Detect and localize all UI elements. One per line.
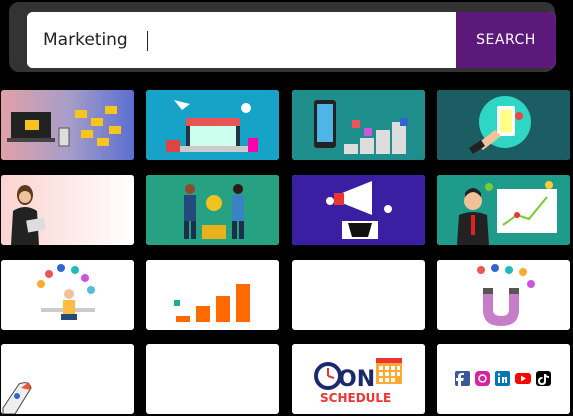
result-thumbnail-magnet-social[interactable] <box>437 260 570 330</box>
calendar-schedule-icon: ON SCHEDULE <box>292 344 425 414</box>
result-thumbnail-social-network-person[interactable] <box>1 260 134 330</box>
social-media-logos-icon <box>437 344 570 414</box>
magnet-social-icon <box>437 260 570 330</box>
social-phone-icon <box>292 90 425 160</box>
text-caret <box>147 31 148 51</box>
tiktok-icon <box>536 371 551 386</box>
megaphone-icon <box>292 175 425 245</box>
businesswoman-icon <box>1 175 134 245</box>
instagram-icon <box>475 371 490 386</box>
bar-chart-growth-icon <box>146 260 279 330</box>
result-thumbnail-blank-2[interactable] <box>146 344 279 414</box>
linkedin-icon <box>495 371 510 386</box>
presentation-chart-icon <box>437 175 570 245</box>
search-bar: SEARCH <box>9 2 556 72</box>
result-thumbnail-presentation-chart[interactable] <box>437 175 570 245</box>
money-exchange-icon <box>146 175 279 245</box>
search-box: SEARCH <box>27 12 556 68</box>
result-thumbnail-megaphone[interactable] <box>292 175 425 245</box>
result-thumbnail-social-media-logos[interactable] <box>437 344 570 414</box>
rocket-icon <box>1 344 134 414</box>
result-thumbnail-on-schedule[interactable]: ON SCHEDULE <box>292 344 425 414</box>
result-thumbnail-social-phone[interactable] <box>292 90 425 160</box>
facebook-icon <box>455 371 470 386</box>
result-thumbnail-email-marketing[interactable] <box>1 90 134 160</box>
social-network-person-icon <box>1 260 134 330</box>
on-badge-text: ON <box>338 367 375 392</box>
result-thumbnail-blank-1[interactable] <box>292 260 425 330</box>
result-thumbnail-rocket[interactable] <box>1 344 134 414</box>
youtube-icon <box>515 373 531 384</box>
online-store-icon <box>146 90 279 160</box>
search-input[interactable] <box>27 12 456 68</box>
result-thumbnail-businesswoman[interactable] <box>1 175 134 245</box>
result-thumbnail-money-exchange[interactable] <box>146 175 279 245</box>
email-marketing-icon <box>1 90 134 160</box>
search-button[interactable]: SEARCH <box>456 12 556 68</box>
result-thumbnail-bar-chart-growth[interactable] <box>146 260 279 330</box>
hand-phone-icon <box>437 90 570 160</box>
schedule-badge-text: SCHEDULE <box>320 391 391 405</box>
result-thumbnail-hand-phone[interactable] <box>437 90 570 160</box>
result-thumbnail-online-store[interactable] <box>146 90 279 160</box>
